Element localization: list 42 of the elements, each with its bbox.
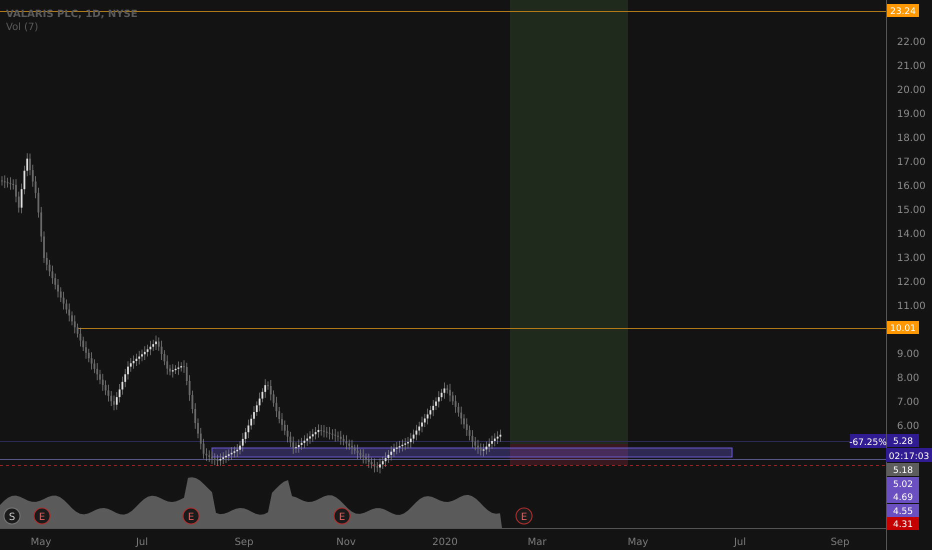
price-tick-label: 21.00 [897, 61, 926, 72]
price-tick-label: 20.00 [897, 85, 926, 96]
price-tick-label: 13.00 [897, 253, 926, 264]
indicator-label: Vol (7) [6, 22, 38, 33]
price-badge: 5.28 [887, 434, 919, 447]
price-tick-label: 12.00 [897, 277, 926, 288]
price-badge: 4.55 [887, 504, 919, 517]
price-tick-label: 16.00 [897, 181, 926, 192]
price-tick-label: 22.00 [897, 37, 926, 48]
time-tick-label: May [30, 537, 52, 548]
price-tick-label: 15.00 [897, 205, 926, 216]
time-tick-label: 2020 [432, 537, 458, 548]
price-badge: 23.24 [887, 4, 919, 17]
time-tick-label: Mar [528, 537, 546, 548]
time-tick-label: Jul [136, 537, 148, 548]
price-tick-label: 14.00 [897, 229, 926, 240]
price-badge: 5.02 [887, 477, 919, 490]
earnings-event-marker[interactable]: E [516, 508, 532, 524]
earnings-event-marker[interactable]: E [182, 508, 200, 524]
price-tick-label: 11.00 [897, 301, 926, 312]
change-badge: -67.25% [849, 434, 887, 448]
time-tick-label: Sep [830, 537, 850, 548]
price-tick-label: 7.00 [897, 397, 920, 408]
price-badge: 10.01 [887, 321, 919, 334]
countdown-badge: 02:17:03 [886, 448, 932, 462]
price-tick-label: 9.00 [897, 349, 920, 360]
split-event-marker[interactable]: S [4, 508, 20, 524]
price-tick-label: 6.00 [897, 421, 920, 432]
price-tick-label: 18.00 [897, 133, 926, 144]
time-tick-label: Sep [234, 537, 254, 548]
price-badge: 4.31 [887, 517, 919, 530]
earnings-event-marker[interactable]: E [334, 508, 350, 524]
price-badge: 5.18 [887, 463, 919, 476]
time-tick-label: Nov [336, 537, 356, 548]
price-tick-label: 17.00 [897, 157, 926, 168]
price-tick-label: 8.00 [897, 373, 920, 384]
earnings-event-marker[interactable]: E [34, 508, 50, 524]
symbol-title: VALARIS PLC, 1D, NYSE [6, 9, 138, 20]
price-tick-label: 19.00 [897, 109, 926, 120]
time-tick-label: Jul [734, 537, 746, 548]
time-tick-label: May [628, 537, 648, 548]
price-badge: 4.69 [887, 490, 919, 503]
